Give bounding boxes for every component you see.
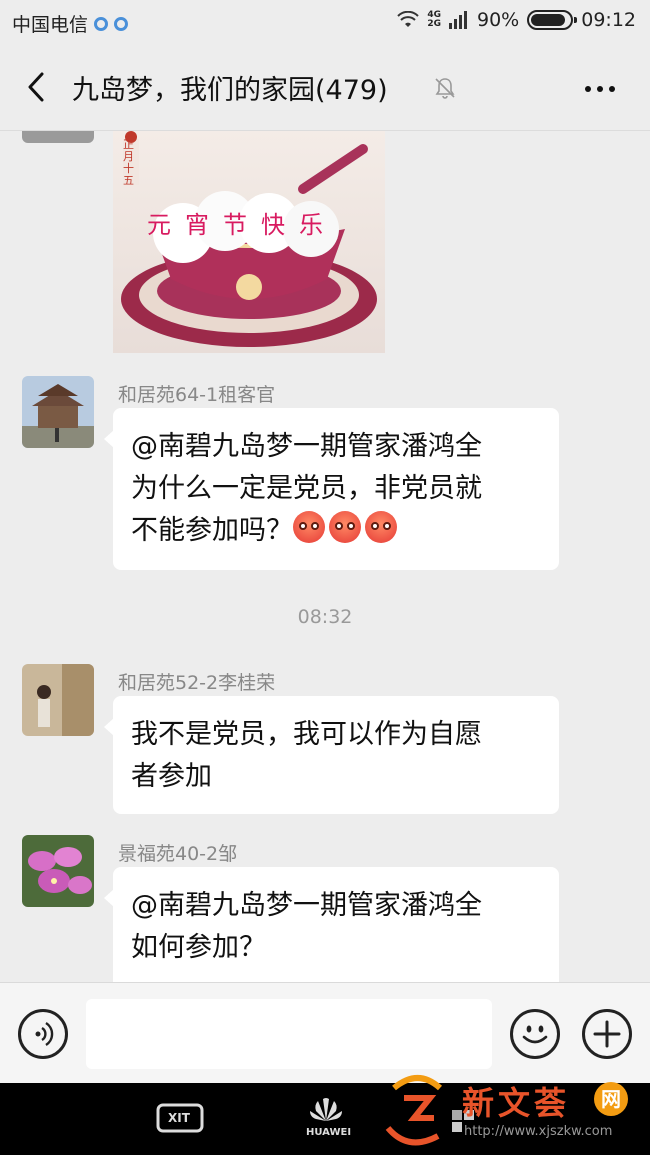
flushed-emoji-icon	[329, 511, 361, 543]
voice-icon	[35, 1021, 54, 1047]
sender-name: 景福苑40-2邹	[118, 843, 238, 865]
more-functions-button[interactable]	[582, 1009, 632, 1059]
carrier-label: 中国电信	[12, 14, 89, 36]
message-line: 不能参加吗？	[131, 515, 293, 546]
notification-icon	[94, 16, 109, 31]
battery-icon	[527, 10, 578, 30]
signal-icon	[449, 11, 467, 29]
network-type: 4G 2G	[427, 10, 441, 29]
message-line: 为什么一定是党员，非党员就	[131, 473, 482, 504]
message-line: 我不是党员，我可以作为自愿	[131, 719, 482, 750]
more-options-icon[interactable]	[580, 74, 620, 104]
wifi-icon	[397, 11, 420, 27]
avatar[interactable]	[22, 131, 94, 143]
avatar[interactable]	[22, 376, 94, 448]
notification-icon	[114, 16, 129, 31]
timestamp: 08:32	[297, 606, 353, 628]
voice-input-button[interactable]	[18, 1009, 68, 1059]
watermark-name: 新文荟	[462, 1084, 571, 1122]
smiley-icon	[522, 1025, 548, 1044]
message-text-input[interactable]	[86, 999, 492, 1069]
message-bubble[interactable]: 我不是党员，我可以作为自愿 者参加	[104, 696, 559, 814]
message-line: 者参加	[131, 761, 212, 792]
message-line: @南碧九岛梦一期管家潘鸿全	[131, 890, 482, 921]
status-bar: 中国电信 4G 2G 90% 09:12	[0, 0, 650, 44]
message-bubble[interactable]: @南碧九岛梦一期管家潘鸿全 为什么一定是党员，非党员就 不能参加吗？	[104, 408, 559, 570]
message-line: @南碧九岛梦一期管家潘鸿全	[131, 431, 482, 462]
flushed-emoji-icon	[365, 511, 397, 543]
message-line: 如何参加？	[131, 932, 266, 963]
battery-percent: 90%	[477, 9, 520, 31]
sticker-caption: 元宵节快乐	[147, 211, 337, 239]
chat-messages[interactable]: 元宵节快乐 正月十五 和居苑64-1租客官 @南碧九岛梦一期管家潘鸿全 为什么一…	[0, 131, 650, 982]
message-bubble[interactable]: @南碧九岛梦一期管家潘鸿全 如何参加？	[104, 867, 559, 982]
avatar[interactable]	[22, 835, 94, 907]
flushed-emoji-icon	[293, 511, 325, 543]
clock: 09:12	[581, 9, 636, 31]
watermark-url: http://www.xjszkw.com	[464, 1124, 613, 1139]
huawei-logo-icon[interactable]	[306, 1095, 346, 1125]
emoji-button[interactable]	[510, 1009, 560, 1059]
chat-header: 九岛梦，我们的家园(479)	[0, 44, 650, 131]
avatar[interactable]	[22, 664, 94, 736]
exit-label: XIT	[168, 1111, 190, 1125]
sticker-image[interactable]: 元宵节快乐 正月十五	[113, 131, 385, 353]
message-line-with-emoji: 不能参加吗？	[131, 510, 543, 552]
watermark-badge: 网	[594, 1082, 628, 1116]
back-arrow-icon[interactable]	[22, 70, 52, 104]
sticker-tag: 正月十五	[123, 138, 134, 187]
brand-label: HUAWEI	[306, 1127, 352, 1138]
sender-name: 和居苑64-1租客官	[118, 384, 276, 406]
mute-bell-icon	[435, 78, 455, 99]
chat-title: 九岛梦，我们的家园(479)	[72, 75, 388, 106]
plus-icon	[593, 1020, 621, 1048]
sender-name: 和居苑52-2李桂荣	[118, 672, 276, 694]
